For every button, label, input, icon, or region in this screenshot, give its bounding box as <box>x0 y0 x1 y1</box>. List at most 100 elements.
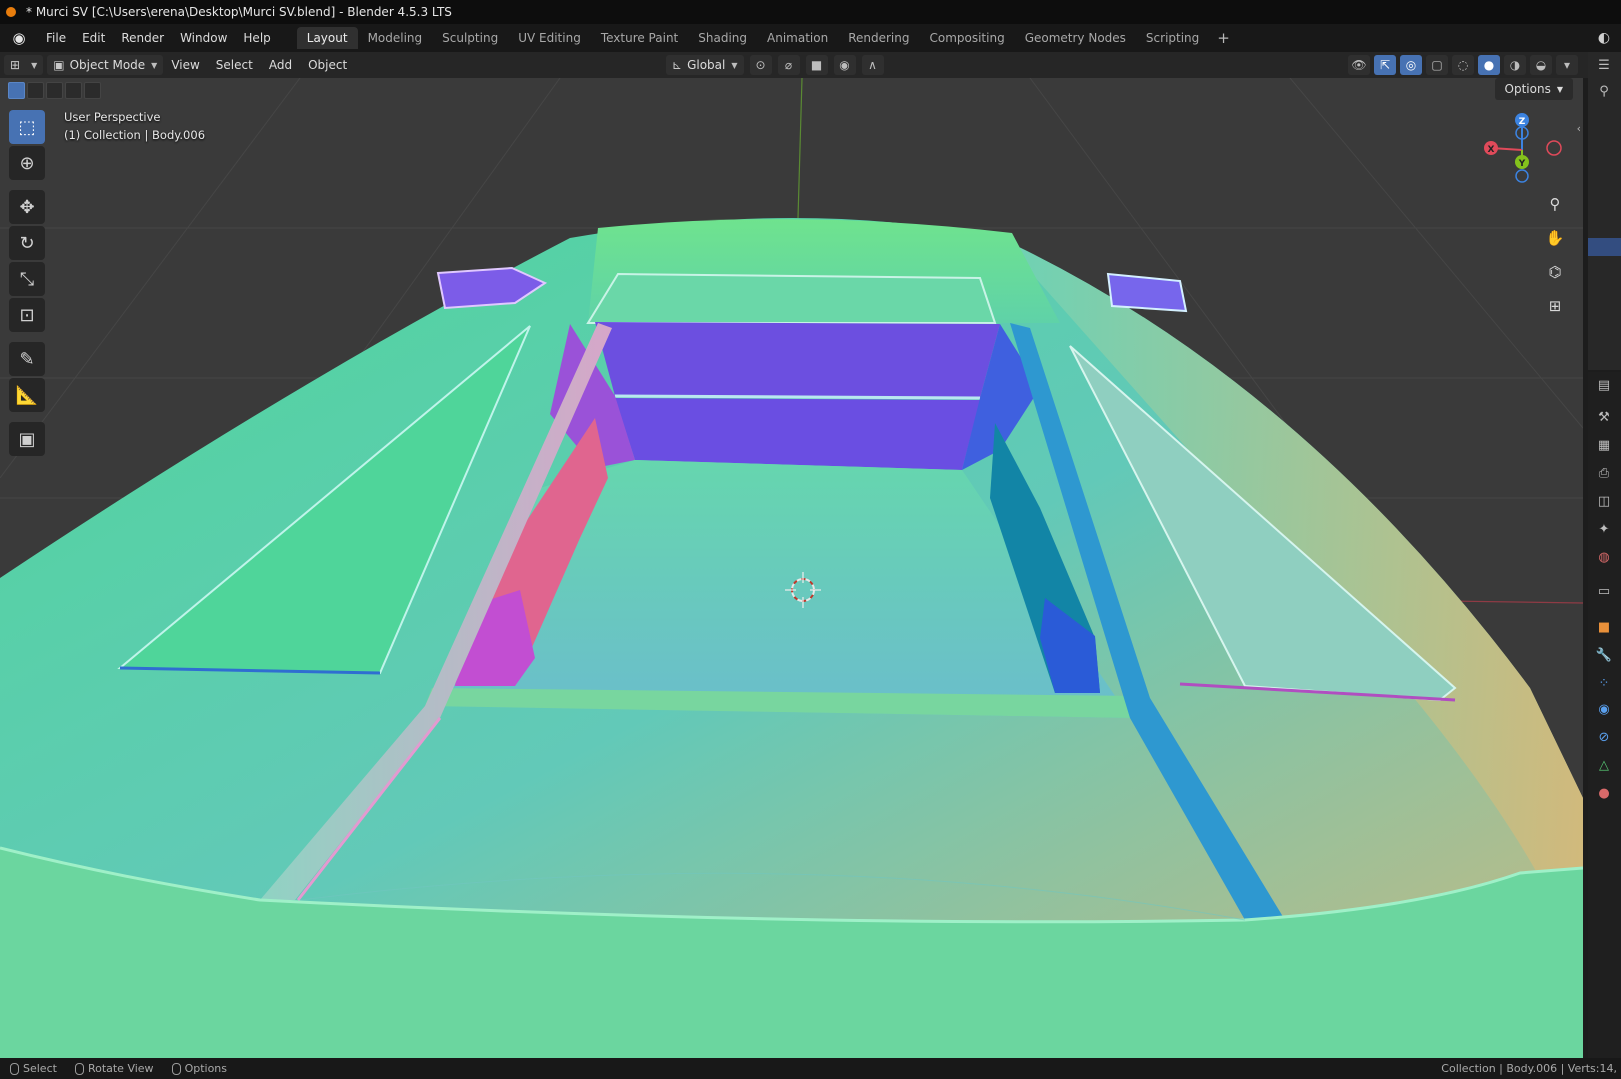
transform-orientation-dropdown[interactable]: ⊾ Global ▼ <box>666 55 744 75</box>
orientation-label: Global <box>687 58 726 72</box>
rendered-shading-icon[interactable]: ◒ <box>1530 55 1552 75</box>
tab-animation[interactable]: Animation <box>757 27 838 49</box>
sidebar-toggle-icon[interactable]: ‹ <box>1577 122 1581 135</box>
select-box-icon[interactable]: ⬚ <box>9 110 45 144</box>
select-new-icon[interactable] <box>8 82 25 99</box>
constraints-icon[interactable]: ⊘ <box>1594 728 1614 748</box>
blender-logo-icon[interactable]: ◉ <box>10 29 28 47</box>
chevron-down-icon: ▼ <box>151 60 158 70</box>
overlay-toggle-icon[interactable]: ◎ <box>1400 55 1422 75</box>
gizmo-toggle-icon[interactable]: ⇱ <box>1374 55 1396 75</box>
menu-help[interactable]: Help <box>235 28 278 48</box>
transform-icon[interactable]: ⊡ <box>9 298 45 332</box>
add-workspace-icon[interactable]: + <box>1209 27 1238 49</box>
tab-layout[interactable]: Layout <box>296 27 358 49</box>
tab-geometry-nodes[interactable]: Geometry Nodes <box>1015 27 1136 49</box>
tool-shelf: ⬚ ⊕ ✥ ↻ ⤡ ⊡ ✎ 📐 ▣ <box>9 110 45 456</box>
tab-shading[interactable]: Shading <box>688 27 757 49</box>
status-bar: Select Rotate View Options Collection | … <box>0 1058 1621 1079</box>
falloff-icon[interactable]: ∧ <box>861 55 884 75</box>
menu-file[interactable]: File <box>38 28 74 48</box>
material-shading-icon[interactable]: ◑ <box>1504 55 1526 75</box>
menu-object[interactable]: Object <box>300 58 355 72</box>
menu-render[interactable]: Render <box>113 28 172 48</box>
modifier-properties-icon[interactable]: 🔧 <box>1594 646 1614 666</box>
filter-icon[interactable]: ⚲ <box>1594 82 1614 102</box>
camera-view-icon[interactable]: ⌬ <box>1541 258 1569 286</box>
rear-window-divider <box>614 394 981 400</box>
scene-statistics: Collection | Body.006 | Verts:14, <box>1441 1062 1617 1075</box>
cursor-icon[interactable]: ⊕ <box>9 146 45 180</box>
menu-select[interactable]: Select <box>208 58 261 72</box>
editor-type-button[interactable]: ⊞ ▼ <box>4 55 44 75</box>
proportional-edit-icon[interactable]: ◉ <box>833 55 856 75</box>
chevron-down-icon: ▼ <box>731 60 738 70</box>
world-properties-icon[interactable]: ◍ <box>1594 548 1614 568</box>
blender-app-icon <box>4 5 18 19</box>
tab-sculpting[interactable]: Sculpting <box>432 27 508 49</box>
solid-shading-icon[interactable]: ● <box>1478 55 1500 75</box>
navigation-gizmo[interactable]: Z X Y <box>1477 112 1567 192</box>
svg-text:Y: Y <box>1518 159 1526 169</box>
wireframe-shading-icon[interactable]: ◌ <box>1452 55 1474 75</box>
tab-modeling[interactable]: Modeling <box>358 27 433 49</box>
visibility-icon[interactable]: 👁 <box>1348 55 1370 75</box>
pan-hand-icon[interactable]: ✋ <box>1541 224 1569 252</box>
top-menu-bar: ◉ File Edit Render Window Help Layout Mo… <box>0 24 1621 52</box>
svg-text:X: X <box>1488 145 1495 155</box>
outliner-selected-row[interactable] <box>1588 238 1621 256</box>
select-extend-icon[interactable] <box>27 82 44 99</box>
annotate-icon[interactable]: ✎ <box>9 342 45 376</box>
menu-view[interactable]: View <box>163 58 207 72</box>
xray-toggle-icon[interactable]: ▢ <box>1426 55 1448 75</box>
measure-icon[interactable]: 📐 <box>9 378 45 412</box>
tab-rendering[interactable]: Rendering <box>838 27 919 49</box>
properties-tabs: ▤ ⚒ ▦ ⎙ ◫ ✦ ◍ ▭ ■ 🔧 ⁘ ◉ ⊘ △ ● <box>1588 372 1621 1058</box>
roof-panel <box>586 272 997 324</box>
scene-selector-icon[interactable]: ◐ <box>1587 27 1621 49</box>
select-intersect-icon[interactable] <box>84 82 101 99</box>
mode-dropdown[interactable]: ▣ Object Mode ▼ <box>47 55 164 75</box>
view-layer-icon[interactable]: ◫ <box>1594 492 1614 512</box>
material-properties-icon[interactable]: ● <box>1594 784 1614 804</box>
menu-edit[interactable]: Edit <box>74 28 113 48</box>
options-dropdown[interactable]: Options ▼ <box>1494 78 1573 100</box>
tab-uv-editing[interactable]: UV Editing <box>508 27 591 49</box>
output-properties-icon[interactable]: ⎙ <box>1594 464 1614 484</box>
menu-add[interactable]: Add <box>261 58 300 72</box>
scene-properties-icon[interactable]: ✦ <box>1594 520 1614 540</box>
scale-icon[interactable]: ⤡ <box>9 262 45 296</box>
particles-icon[interactable]: ⁘ <box>1594 674 1614 694</box>
snap-toggle-icon[interactable]: ⌀ <box>777 55 800 75</box>
add-cube-icon[interactable]: ▣ <box>9 422 45 456</box>
collection-properties-icon[interactable]: ▭ <box>1594 582 1614 602</box>
object-properties-icon[interactable]: ■ <box>1594 618 1614 638</box>
select-invert-icon[interactable] <box>65 82 82 99</box>
perspective-toggle-icon[interactable]: ⊞ <box>1541 292 1569 320</box>
properties-editor-icon[interactable]: ▤ <box>1594 376 1614 396</box>
zoom-icon[interactable]: ⚲ <box>1541 190 1569 218</box>
tab-scripting[interactable]: Scripting <box>1136 27 1209 49</box>
chevron-down-icon: ▼ <box>1556 84 1563 94</box>
pivot-point-icon[interactable]: ⊙ <box>749 55 772 75</box>
select-subtract-icon[interactable] <box>46 82 63 99</box>
tab-compositing[interactable]: Compositing <box>919 27 1014 49</box>
shading-options-icon[interactable]: ▾ <box>1556 55 1578 75</box>
y-axis-neg-icon[interactable] <box>1515 169 1529 183</box>
move-icon[interactable]: ✥ <box>9 190 45 224</box>
object-data-icon[interactable]: △ <box>1594 756 1614 776</box>
right-editors-strip: ☰ ⚲ ▤ ⚒ ▦ ⎙ ◫ ✦ ◍ ▭ ■ 🔧 ⁘ ◉ ⊘ △ ● <box>1588 52 1621 1058</box>
object-mode-icon: ▣ <box>53 58 65 72</box>
tool-properties-icon[interactable]: ⚒ <box>1594 408 1614 428</box>
snap-target-icon[interactable]: ■ <box>805 55 828 75</box>
x-axis-neg-icon[interactable] <box>1546 140 1562 156</box>
rotate-icon[interactable]: ↻ <box>9 226 45 260</box>
tab-texture-paint[interactable]: Texture Paint <box>591 27 688 49</box>
physics-icon[interactable]: ◉ <box>1594 700 1614 720</box>
menu-window[interactable]: Window <box>172 28 235 48</box>
outliner-collapsed[interactable]: ☰ ⚲ <box>1588 52 1621 370</box>
outliner-icon[interactable]: ☰ <box>1594 56 1614 76</box>
render-properties-icon[interactable]: ▦ <box>1594 436 1614 456</box>
viewport-info: User Perspective (1) Collection | Body.0… <box>64 108 205 144</box>
3d-viewport[interactable]: ⬚ ⊕ ✥ ↻ ⤡ ⊡ ✎ 📐 ▣ User Perspective (1) C… <box>0 78 1583 1058</box>
